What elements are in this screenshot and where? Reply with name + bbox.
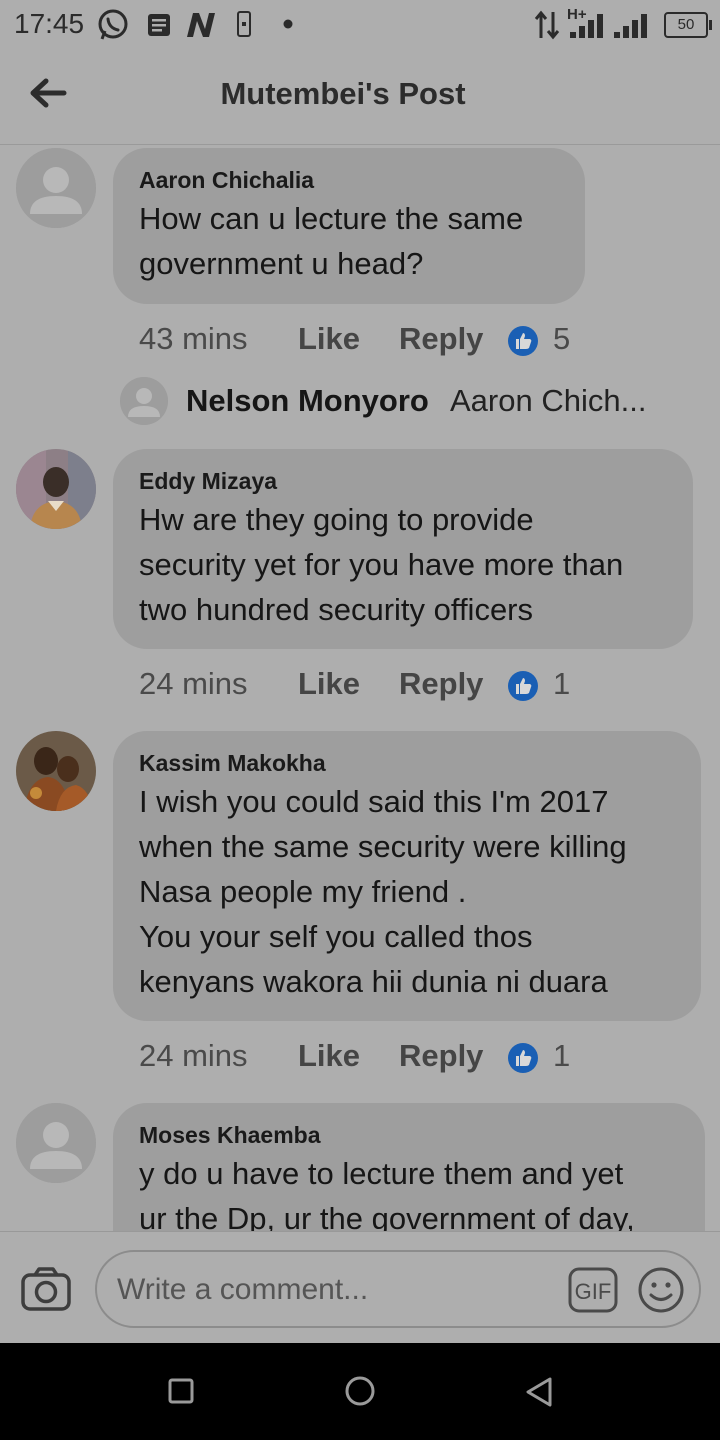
- comment-bubble[interactable]: Eddy Mizaya Hw are they going to provide…: [113, 449, 693, 649]
- message-icon: [148, 14, 170, 36]
- comment-list[interactable]: Aaron Chichalia How can u lecture the sa…: [0, 145, 720, 1231]
- comment-text: I wish you could said this I'm 2017 when…: [139, 784, 627, 999]
- dot-icon: [283, 19, 293, 29]
- comment-actions: 43 mins Like Reply 5: [139, 319, 699, 359]
- camera-icon[interactable]: [20, 1266, 72, 1312]
- comment-author[interactable]: Eddy Mizaya: [139, 467, 667, 495]
- emoji-button[interactable]: [637, 1266, 685, 1319]
- comment-time: 24 mins: [139, 1038, 248, 1073]
- default-avatar[interactable]: [120, 377, 168, 425]
- reply-button[interactable]: Reply: [399, 664, 483, 704]
- home-button[interactable]: [343, 1376, 377, 1415]
- reply-button[interactable]: Reply: [399, 1036, 483, 1076]
- reaction-count: 1: [553, 1038, 571, 1073]
- comment-author[interactable]: Kassim Makokha: [139, 749, 675, 777]
- photo-avatar[interactable]: [16, 449, 96, 529]
- gif-button[interactable]: GIF: [567, 1266, 619, 1319]
- like-button[interactable]: Like: [298, 664, 360, 704]
- default-avatar[interactable]: [16, 148, 96, 228]
- recents-square-icon[interactable]: [166, 1376, 196, 1406]
- back-triangle-icon[interactable]: [522, 1376, 556, 1410]
- battery-icon: 50: [664, 12, 712, 38]
- comment-bubble[interactable]: Kassim Makokha I wish you could said thi…: [113, 731, 701, 1021]
- comment-bubble[interactable]: Aaron Chichalia How can u lecture the sa…: [113, 148, 585, 304]
- system-nav-bar: [0, 1343, 720, 1440]
- status-bar: 17:45 H+ 50: [0, 0, 720, 50]
- comment-bubble[interactable]: Moses Khaemba y do u have to lecture the…: [113, 1103, 705, 1231]
- comment-actions: 24 mins Like Reply 1: [139, 664, 699, 704]
- camera-button[interactable]: [20, 1266, 72, 1317]
- signal-icon: [570, 14, 603, 38]
- reply-author[interactable]: Nelson Monyoro: [186, 383, 429, 419]
- data-transfer-icon: [534, 10, 560, 40]
- status-time: 17:45: [14, 8, 85, 39]
- like-button[interactable]: Like: [298, 1036, 360, 1076]
- reply-snippet: Aaron Chich...: [450, 383, 647, 418]
- n-app-icon: [187, 13, 215, 37]
- comment-text: Hw are they going to provide security ye…: [139, 502, 624, 627]
- like-button[interactable]: Like: [298, 319, 360, 359]
- battery-level: 50: [677, 16, 695, 33]
- reply-button[interactable]: Reply: [399, 319, 483, 359]
- like-reaction-icon[interactable]: [507, 325, 539, 367]
- comment-input-box[interactable]: GIF: [95, 1250, 701, 1328]
- like-reaction-icon[interactable]: [507, 670, 539, 712]
- emoji-icon[interactable]: [637, 1266, 685, 1314]
- app-header: Mutembei's Post: [0, 50, 720, 145]
- reaction-count: 5: [553, 321, 571, 356]
- comment-composer: GIF: [0, 1231, 720, 1344]
- comment-time: 43 mins: [139, 321, 248, 356]
- comment-author[interactable]: Aaron Chichalia: [139, 166, 559, 194]
- comment-input[interactable]: [117, 1270, 557, 1310]
- comment-author[interactable]: Moses Khaemba: [139, 1121, 679, 1149]
- comment-time: 24 mins: [139, 666, 248, 701]
- like-reaction-icon[interactable]: [507, 1042, 539, 1084]
- gif-icon[interactable]: GIF: [567, 1266, 619, 1314]
- home-circle-icon[interactable]: [343, 1376, 377, 1410]
- recents-button[interactable]: [166, 1376, 196, 1411]
- comment-actions: 24 mins Like Reply 1: [139, 1036, 699, 1076]
- signal-icon: [614, 14, 647, 38]
- sim-icon: [237, 11, 251, 37]
- back-nav-button[interactable]: [522, 1376, 556, 1415]
- whatsapp-icon: [98, 9, 128, 40]
- page-title: Mutembei's Post: [220, 76, 466, 111]
- reaction-count: 1: [553, 666, 571, 701]
- default-avatar[interactable]: [16, 1103, 96, 1183]
- gif-label: GIF: [575, 1279, 612, 1304]
- reply-preview[interactable]: Nelson Monyoro Aaron Chich...: [120, 377, 680, 425]
- artwork-avatar[interactable]: [16, 731, 96, 811]
- comment-text: y do u have to lecture them and yet ur t…: [139, 1156, 635, 1231]
- comment-text: How can u lecture the same government u …: [139, 201, 524, 281]
